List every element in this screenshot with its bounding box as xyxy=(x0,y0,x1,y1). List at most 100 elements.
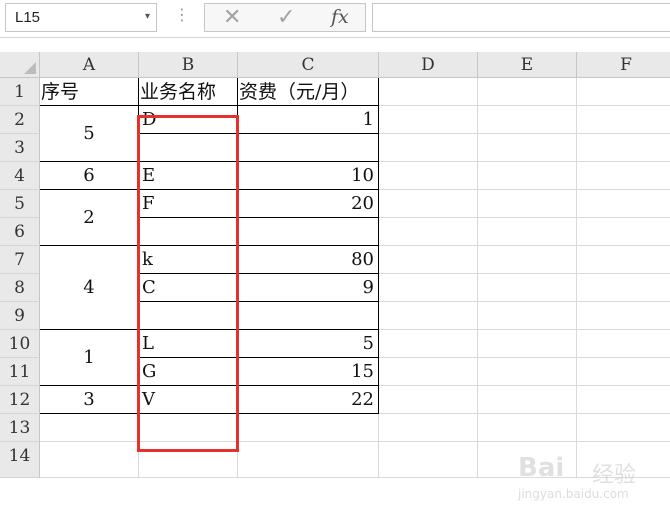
row-header-2[interactable]: 2 xyxy=(0,106,40,134)
cell-a13[interactable] xyxy=(40,414,139,442)
cell-b14[interactable] xyxy=(139,442,238,478)
cell-d10[interactable] xyxy=(379,330,478,358)
cell-e5[interactable] xyxy=(478,190,577,218)
cell-b10[interactable]: L xyxy=(139,330,238,358)
cell-b1[interactable]: 业务名称 xyxy=(139,78,238,106)
cell-b3[interactable] xyxy=(139,134,238,162)
formula-input[interactable] xyxy=(372,3,670,32)
cell-c10[interactable]: 5 xyxy=(238,330,379,358)
column-header-c[interactable]: C xyxy=(238,52,379,78)
cell-d4[interactable] xyxy=(379,162,478,190)
cell-f13[interactable] xyxy=(577,414,670,442)
cell-f3[interactable] xyxy=(577,134,670,162)
cell-b5[interactable]: F xyxy=(139,190,238,218)
cell-e8[interactable] xyxy=(478,274,577,302)
cell-e6[interactable] xyxy=(478,218,577,246)
cell-f12[interactable] xyxy=(577,386,670,414)
select-all-button[interactable] xyxy=(0,52,40,78)
row-header-14[interactable]: 14 xyxy=(0,442,40,478)
cell-f8[interactable] xyxy=(577,274,670,302)
cell-d11[interactable] xyxy=(379,358,478,386)
cell-b7[interactable]: k xyxy=(139,246,238,274)
cell-b12[interactable]: V xyxy=(139,386,238,414)
cell-e2[interactable] xyxy=(478,106,577,134)
cell-b4[interactable]: E xyxy=(139,162,238,190)
cell-f6[interactable] xyxy=(577,218,670,246)
cell-b8[interactable]: C xyxy=(139,274,238,302)
column-header-b[interactable]: B xyxy=(139,52,238,78)
cell-c1[interactable]: 资费（元/月） xyxy=(238,78,379,106)
row-header-10[interactable]: 10 xyxy=(0,330,40,358)
insert-function-icon[interactable]: fx xyxy=(331,6,349,28)
row-header-12[interactable]: 12 xyxy=(0,386,40,414)
cell-d13[interactable] xyxy=(379,414,478,442)
cell-d5[interactable] xyxy=(379,190,478,218)
name-box[interactable]: L15 ▾ xyxy=(5,3,157,32)
cell-d9[interactable] xyxy=(379,302,478,330)
column-header-f[interactable]: F xyxy=(577,52,670,78)
cell-f9[interactable] xyxy=(577,302,670,330)
cell-c9[interactable] xyxy=(238,302,379,330)
row-header-9[interactable]: 9 xyxy=(0,302,40,330)
cell-a1[interactable]: 序号 xyxy=(40,78,139,106)
row-header-5[interactable]: 5 xyxy=(0,190,40,218)
cell-b13[interactable] xyxy=(139,414,238,442)
cell-c5[interactable]: 20 xyxy=(238,190,379,218)
column-header-a[interactable]: A xyxy=(40,52,139,78)
cell-a12[interactable]: 3 xyxy=(40,386,139,414)
cell-a4[interactable]: 6 xyxy=(40,162,139,190)
cell-e11[interactable] xyxy=(478,358,577,386)
cell-c12[interactable]: 22 xyxy=(238,386,379,414)
cell-c11[interactable]: 15 xyxy=(238,358,379,386)
cell-e13[interactable] xyxy=(478,414,577,442)
cell-b6[interactable] xyxy=(139,218,238,246)
row-header-8[interactable]: 8 xyxy=(0,274,40,302)
cell-f4[interactable] xyxy=(577,162,670,190)
cell-e3[interactable] xyxy=(478,134,577,162)
cell-e4[interactable] xyxy=(478,162,577,190)
cell-a7-a9[interactable]: 4 xyxy=(40,246,139,330)
cell-c6[interactable] xyxy=(238,218,379,246)
drag-handle-icon[interactable]: ⋮ xyxy=(174,6,190,24)
cell-a10-a11[interactable]: 1 xyxy=(40,330,139,386)
row-header-13[interactable]: 13 xyxy=(0,414,40,442)
cell-a2-a3[interactable]: 5 xyxy=(40,106,139,162)
cell-d14[interactable] xyxy=(379,442,478,478)
column-header-e[interactable]: E xyxy=(478,52,577,78)
cell-e12[interactable] xyxy=(478,386,577,414)
cell-e10[interactable] xyxy=(478,330,577,358)
cell-d12[interactable] xyxy=(379,386,478,414)
cell-c7[interactable]: 80 xyxy=(238,246,379,274)
cell-d7[interactable] xyxy=(379,246,478,274)
cell-d2[interactable] xyxy=(379,106,478,134)
cell-f1[interactable] xyxy=(577,78,670,106)
cell-c8[interactable]: 9 xyxy=(238,274,379,302)
cell-a5-a6[interactable]: 2 xyxy=(40,190,139,246)
cancel-icon[interactable]: ✕ xyxy=(223,5,241,30)
cell-c3[interactable] xyxy=(238,134,379,162)
enter-icon[interactable]: ✓ xyxy=(277,5,295,30)
cell-c2[interactable]: 1 xyxy=(238,106,379,134)
chevron-down-icon[interactable]: ▾ xyxy=(145,11,150,22)
cell-a14[interactable] xyxy=(40,442,139,478)
row-header-4[interactable]: 4 xyxy=(0,162,40,190)
column-header-d[interactable]: D xyxy=(379,52,478,78)
row-header-1[interactable]: 1 xyxy=(0,78,40,106)
cell-e1[interactable] xyxy=(478,78,577,106)
cell-c4[interactable]: 10 xyxy=(238,162,379,190)
cell-f11[interactable] xyxy=(577,358,670,386)
cell-f2[interactable] xyxy=(577,106,670,134)
cell-d6[interactable] xyxy=(379,218,478,246)
cell-d8[interactable] xyxy=(379,274,478,302)
row-header-11[interactable]: 11 xyxy=(0,358,40,386)
cell-f7[interactable] xyxy=(577,246,670,274)
cell-c13[interactable] xyxy=(238,414,379,442)
cell-e7[interactable] xyxy=(478,246,577,274)
cell-b11[interactable]: G xyxy=(139,358,238,386)
cell-f5[interactable] xyxy=(577,190,670,218)
row-header-3[interactable]: 3 xyxy=(0,134,40,162)
cell-c14[interactable] xyxy=(238,442,379,478)
cell-b2[interactable]: D xyxy=(139,106,238,134)
cell-e9[interactable] xyxy=(478,302,577,330)
row-header-7[interactable]: 7 xyxy=(0,246,40,274)
